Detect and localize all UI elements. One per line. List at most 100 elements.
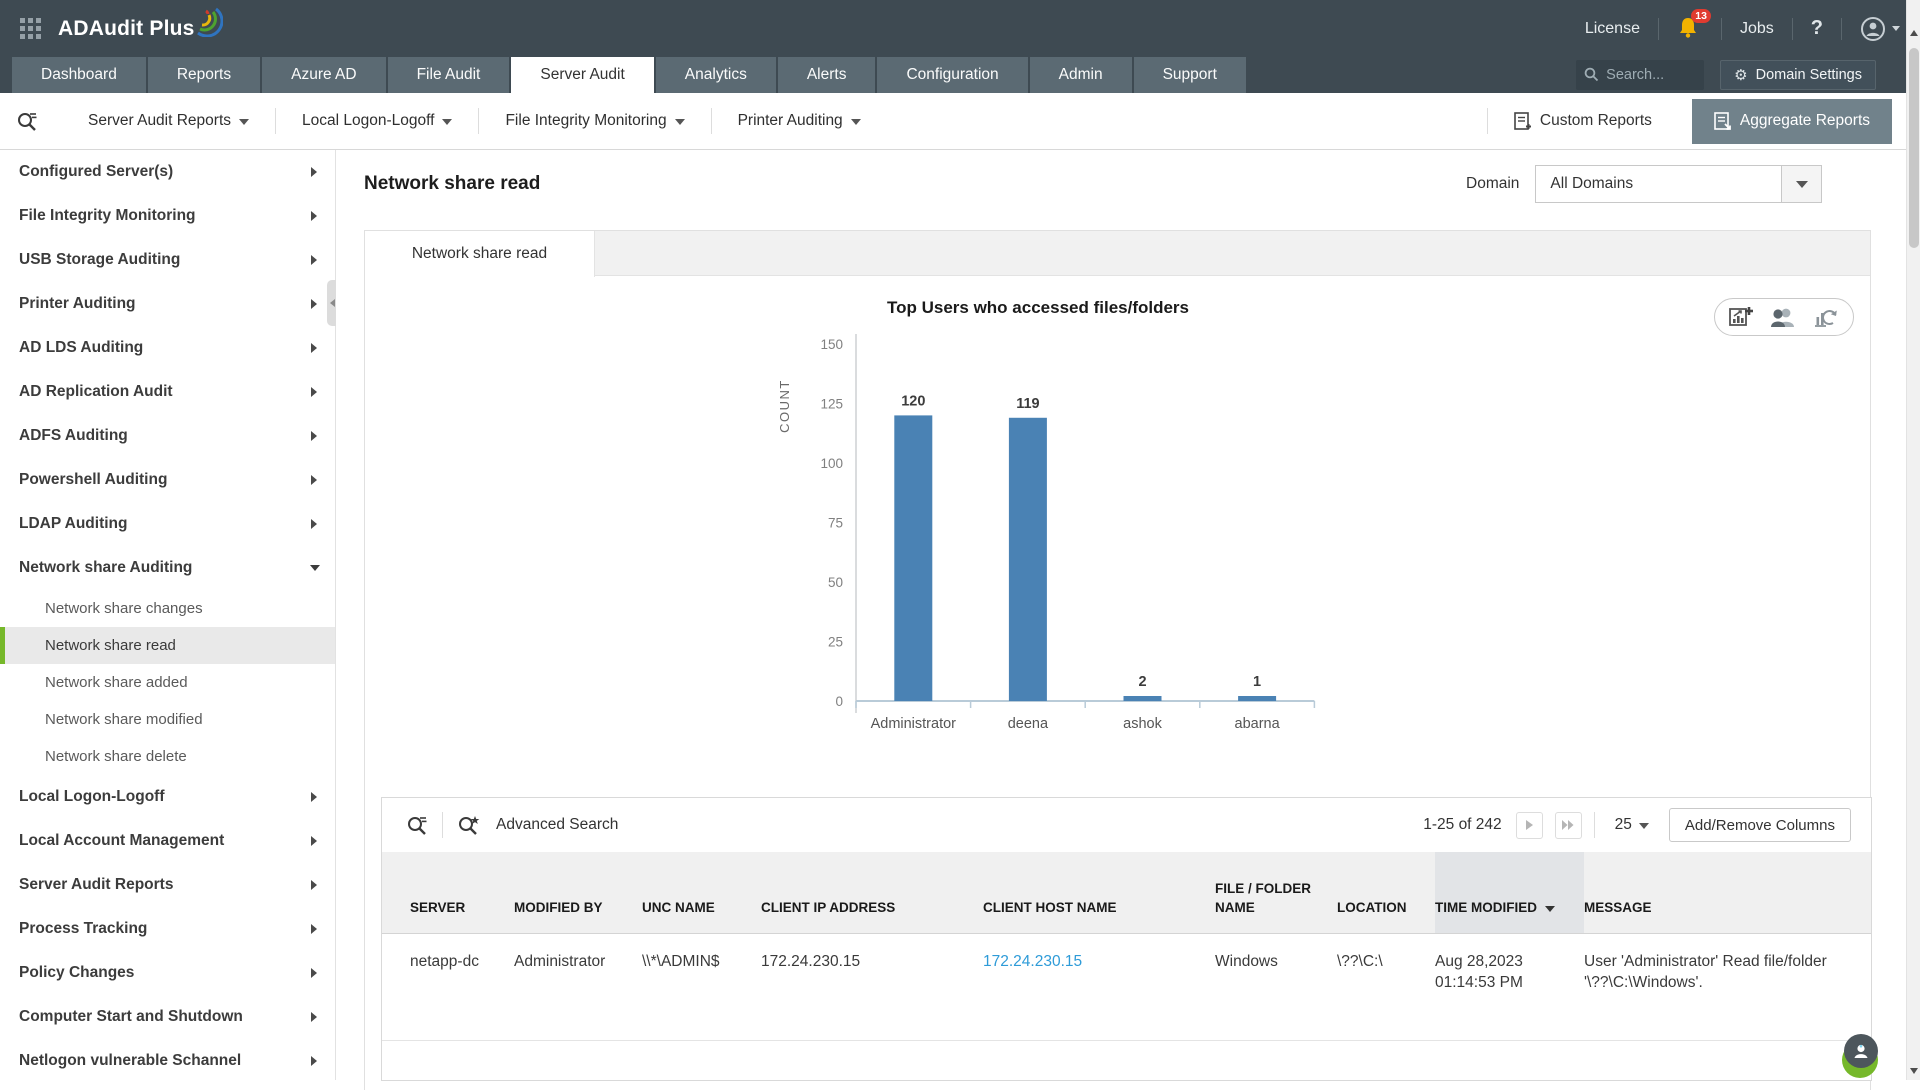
chevron-right-icon	[311, 836, 317, 846]
page-size-select[interactable]: 25	[1615, 816, 1649, 834]
chevron-down-icon	[442, 119, 452, 125]
notifications-bell-icon[interactable]: 13	[1677, 16, 1703, 42]
sidebar-item-network-share-delete[interactable]: Network share delete	[0, 738, 335, 775]
next-page-button[interactable]	[1516, 812, 1543, 839]
sidebar-item-network-share-auditing[interactable]: Network share Auditing	[0, 546, 335, 590]
column-header-file-folder-name[interactable]: FILE / FOLDER NAME	[1215, 852, 1337, 933]
user-menu[interactable]	[1860, 16, 1900, 42]
divider	[442, 812, 443, 838]
results-table-card: Advanced Search 1-25 of 242 25 Add	[381, 797, 1872, 1081]
nav-tab-azure-ad[interactable]: Azure AD	[262, 57, 385, 93]
domain-select-value: All Domains	[1536, 175, 1781, 193]
last-page-button[interactable]	[1555, 812, 1582, 839]
column-header-client-ip-address[interactable]: CLIENT IP ADDRESS	[761, 852, 983, 933]
sidebar-item-server-audit-reports[interactable]: Server Audit Reports	[0, 863, 335, 907]
support-chat-button[interactable]	[1840, 1034, 1884, 1078]
column-header-time-modified[interactable]: TIME MODIFIED	[1435, 852, 1584, 933]
sidebar-item-policy-changes[interactable]: Policy Changes	[0, 951, 335, 995]
app-grid-icon[interactable]	[20, 18, 42, 40]
advanced-search-icon[interactable]	[457, 814, 480, 836]
nav-tab-support[interactable]: Support	[1134, 57, 1246, 93]
scrollbar-thumb[interactable]	[1909, 48, 1919, 248]
scroll-up-icon[interactable]	[1910, 30, 1918, 36]
domain-select[interactable]: All Domains	[1535, 165, 1822, 203]
license-link[interactable]: License	[1585, 20, 1640, 38]
chevron-right-icon	[311, 387, 317, 397]
menu-file-integrity-monitoring[interactable]: File Integrity Monitoring	[479, 112, 710, 130]
menu-server-audit-reports[interactable]: Server Audit Reports	[62, 112, 275, 130]
nav-tab-configuration[interactable]: Configuration	[877, 57, 1027, 93]
nav-tab-server-audit[interactable]: Server Audit	[511, 57, 653, 93]
jobs-link[interactable]: Jobs	[1740, 20, 1774, 38]
nav-tab-admin[interactable]: Admin	[1030, 57, 1132, 93]
svg-text:120: 120	[901, 393, 925, 409]
nav-tab-alerts[interactable]: Alerts	[778, 57, 876, 93]
column-header-unc-name[interactable]: UNC NAME	[642, 852, 761, 933]
custom-reports-button[interactable]: Custom Reports	[1488, 112, 1678, 131]
nav-tab-analytics[interactable]: Analytics	[656, 57, 776, 93]
sidebar-item-local-logon-logoff[interactable]: Local Logon-Logoff	[0, 775, 335, 819]
global-search	[1576, 60, 1704, 90]
nav-tab-reports[interactable]: Reports	[148, 57, 260, 93]
sidebar-item-ldap-auditing[interactable]: LDAP Auditing	[0, 502, 335, 546]
column-header-modified-by[interactable]: MODIFIED BY	[514, 852, 642, 933]
domain-settings-button[interactable]: ⚙ Domain Settings	[1720, 60, 1876, 90]
svg-text:150: 150	[820, 337, 843, 352]
sidebar-item-network-share-modified[interactable]: Network share modified	[0, 701, 335, 738]
page-title: Network share read	[364, 173, 540, 195]
column-header-location[interactable]: LOCATION	[1337, 852, 1435, 933]
nav-tab-dashboard[interactable]: Dashboard	[12, 57, 146, 93]
sidebar-item-local-account-management[interactable]: Local Account Management	[0, 819, 335, 863]
chevron-right-icon	[311, 792, 317, 802]
svg-text:Administrator: Administrator	[871, 716, 957, 732]
main-content: Network share read Domain All Domains Ne…	[336, 150, 1906, 1080]
sidebar-item-configured-server-s[interactable]: Configured Server(s)	[0, 150, 335, 194]
sidebar-item-printer-auditing[interactable]: Printer Auditing	[0, 282, 335, 326]
sidebar-item-usb-storage-auditing[interactable]: USB Storage Auditing	[0, 238, 335, 282]
chevron-right-icon	[311, 880, 317, 890]
sidebar-item-network-share-added[interactable]: Network share added	[0, 664, 335, 701]
divider	[1841, 18, 1842, 40]
help-button[interactable]: ?	[1811, 17, 1823, 40]
table-row[interactable]: netapp-dcAdministrator\\*\ADMIN$172.24.2…	[382, 933, 1871, 1040]
gear-icon: ⚙	[1734, 68, 1747, 83]
aggregate-reports-button[interactable]: Aggregate Reports	[1692, 99, 1892, 144]
svg-text:125: 125	[820, 397, 843, 412]
column-header-message[interactable]: MESSAGE	[1584, 852, 1871, 933]
menu-printer-auditing[interactable]: Printer Auditing	[712, 112, 887, 130]
cell-file-folder-name: Windows	[1215, 933, 1337, 1040]
chevron-down-icon	[1892, 26, 1900, 31]
client-host-link[interactable]: 172.24.230.15	[983, 953, 1082, 970]
brand-logo: ADAudit Plus	[58, 17, 195, 41]
report-search-icon[interactable]	[16, 110, 38, 132]
column-header-server[interactable]: SERVER	[382, 852, 514, 933]
report-toolbar: Server Audit ReportsLocal Logon-LogoffFi…	[0, 93, 1920, 150]
sidebar-item-file-integrity-monitoring[interactable]: File Integrity Monitoring	[0, 194, 335, 238]
sidebar-item-ad-lds-auditing[interactable]: AD LDS Auditing	[0, 326, 335, 370]
sidebar-item-computer-start-and-shutdown[interactable]: Computer Start and Shutdown	[0, 995, 335, 1039]
chevron-right-icon	[311, 343, 317, 353]
sidebar-item-adfs-auditing[interactable]: ADFS Auditing	[0, 414, 335, 458]
sidebar-item-powershell-auditing[interactable]: Powershell Auditing	[0, 458, 335, 502]
nav-tab-file-audit[interactable]: File Audit	[388, 57, 510, 93]
cell-unc-name: \\*\ADMIN$	[642, 933, 761, 1040]
sidebar-item-network-share-changes[interactable]: Network share changes	[0, 590, 335, 627]
aggregate-reports-icon	[1714, 112, 1731, 131]
divider	[1594, 812, 1595, 838]
sidebar-item-process-tracking[interactable]: Process Tracking	[0, 907, 335, 951]
cell-location: \??\C:\	[1337, 933, 1435, 1040]
svg-text:ashok: ashok	[1123, 716, 1162, 732]
sidebar-item-netlogon-vulnerable-schannel[interactable]: Netlogon vulnerable Schannel	[0, 1039, 335, 1080]
column-header-client-host-name[interactable]: CLIENT HOST NAME	[983, 852, 1215, 933]
scroll-down-icon[interactable]	[1910, 1068, 1918, 1074]
add-remove-columns-button[interactable]: Add/Remove Columns	[1669, 808, 1851, 842]
results-table: SERVERMODIFIED BYUNC NAMECLIENT IP ADDRE…	[382, 852, 1871, 1041]
sidebar-item-ad-replication-audit[interactable]: AD Replication Audit	[0, 370, 335, 414]
bar-chart: 0255075100125150120Administrator119deena…	[365, 276, 1870, 797]
tab-network-share-read[interactable]: Network share read	[365, 231, 595, 277]
advanced-search-label[interactable]: Advanced Search	[496, 816, 618, 834]
chevron-right-icon	[311, 1056, 317, 1066]
sidebar-item-network-share-read[interactable]: Network share read	[0, 627, 335, 664]
menu-local-logon-logoff[interactable]: Local Logon-Logoff	[276, 112, 478, 130]
quick-search-icon[interactable]	[406, 814, 428, 836]
